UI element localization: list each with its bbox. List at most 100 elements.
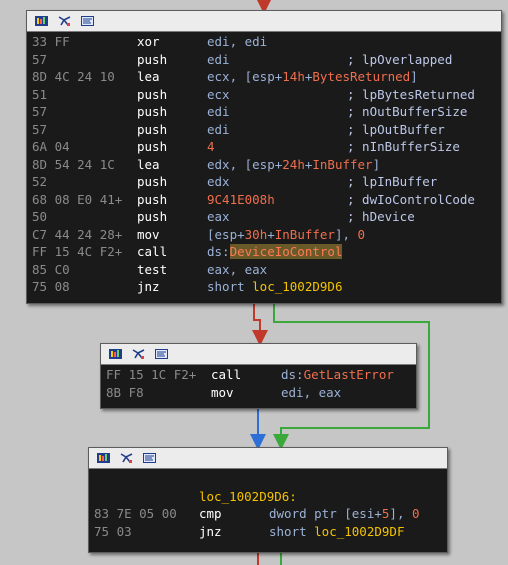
- node-body: 33 FF xor edi, edi 57 push edi; lpOverlapped 8…: [27, 32, 501, 298]
- code-line[interactable]: 57 push edi ; lpOverlapped: [27, 51, 501, 69]
- operand-part: short: [207, 279, 253, 294]
- operands: edi: [207, 121, 230, 139]
- mnemonic: call: [211, 367, 242, 382]
- operands: ds:DeviceIoControl: [207, 243, 343, 261]
- operand-part: ],: [334, 226, 358, 242]
- code-line[interactable]: 8B F8 mov edi, eax: [101, 384, 416, 402]
- node-body: loc_1002D9D6: 83 7E 05 00 cmp dword ptr [es…: [89, 469, 447, 542]
- node-header: [101, 344, 416, 365]
- operands: edx: [207, 173, 230, 191]
- node-header: [27, 11, 501, 32]
- comment: ; lpOutBuffer: [347, 121, 445, 137]
- node-body: FF 15 1C F2+ call ds:GetLastError 8B F8 mov e…: [101, 365, 416, 403]
- comment: ; nOutBufferSize: [347, 104, 468, 119]
- operands: ecx, [esp+14h+BytesReturned]: [207, 68, 418, 86]
- code-line[interactable]: 8D 4C 24 10 lea ecx, [esp+14h+BytesReturne…: [27, 68, 501, 86]
- operand-part: ]: [372, 156, 381, 172]
- opcode-bytes: 85 C0: [32, 261, 70, 277]
- operand-part: edi: [207, 104, 230, 119]
- code-line[interactable]: 57 push edi ; lpOutBuffer: [27, 121, 501, 139]
- operand-part: BytesReturned: [312, 69, 411, 84]
- api-name[interactable]: DeviceIoControl: [229, 244, 343, 259]
- text-view-icon[interactable]: [81, 16, 94, 26]
- mnemonic: push: [137, 174, 168, 189]
- code-line[interactable]: 50 push eax ; hDevice: [27, 208, 501, 226]
- code-line[interactable]: 6A 04 push 4 ; nInBufferSize: [27, 138, 501, 156]
- opcode-bytes: 8D 54 24 1C: [32, 156, 115, 172]
- operands: edi, edi: [207, 33, 267, 51]
- operand-part: eax: [207, 209, 230, 224]
- code-line[interactable]: 83 7E 05 00 cmp dword ptr [esi+5], 0: [89, 505, 447, 523]
- edge-false-branch: [252, 303, 268, 346]
- operand-part: 9C41E008h: [207, 191, 275, 207]
- operands: 9C41E008h: [207, 191, 275, 209]
- opcode-bytes: 6A 04: [32, 139, 70, 154]
- comment: ; lpBytesReturned: [347, 86, 475, 102]
- operands: eax: [207, 208, 230, 226]
- mnemonic: lea: [137, 156, 160, 172]
- comment: ; hDevice: [347, 209, 415, 224]
- code-line[interactable]: 75 03 jnz short loc_1002D9DF: [89, 523, 447, 541]
- code-line[interactable]: 8D 54 24 1C lea edx, [esp+24h+InBuffer]: [27, 156, 501, 174]
- comment: ; nInBufferSize: [347, 139, 460, 154]
- code-block-main[interactable]: 33 FF xor edi, edi 57 push edi; lpOverlapped 8…: [26, 10, 502, 304]
- operand-part: short: [269, 523, 315, 539]
- operands: ecx: [207, 86, 230, 104]
- operands: ds:GetLastError: [281, 366, 394, 384]
- operand-part: edx, [esp+: [207, 156, 283, 172]
- operand-part: ]: [410, 69, 418, 84]
- graph-overview-icon[interactable]: [35, 16, 48, 26]
- operands: eax, eax: [207, 261, 267, 279]
- opcode-bytes: 50: [32, 209, 48, 224]
- code-block-loc-1002d9d6[interactable]: loc_1002D9D6: 83 7E 05 00 cmp dword ptr [es…: [88, 447, 448, 553]
- mnemonic: call: [137, 244, 168, 259]
- mnemonic: xor: [137, 34, 160, 49]
- opcode-bytes: 68 08 E0 41+: [32, 191, 123, 207]
- flow-chart-icon[interactable]: [58, 16, 71, 26]
- code-line[interactable]: C7 44 24 28+ mov [esp+30h+InBuffer], 0: [27, 226, 501, 244]
- operand-part: dword ptr [esi+: [269, 506, 382, 521]
- operand-part: InBuffer: [312, 156, 373, 172]
- graph-overview-icon[interactable]: [97, 453, 110, 463]
- code-line[interactable]: 57 push edi ; nOutBufferSize: [27, 103, 501, 121]
- opcode-bytes: 8D 4C 24 10: [32, 69, 115, 84]
- block-label[interactable]: loc_1002D9D6:: [199, 488, 297, 506]
- text-view-icon[interactable]: [155, 349, 168, 359]
- operand-part: 24h: [282, 156, 305, 172]
- operand-part: edi, eax: [281, 384, 342, 400]
- code-line[interactable]: 52 push edx ; lpInBuffer: [27, 173, 501, 191]
- text-view-icon[interactable]: [143, 453, 156, 463]
- operand-part: [esp+: [207, 226, 245, 242]
- operand-part: InBuffer: [274, 226, 335, 242]
- opcode-bytes: C7 44 24 28+: [32, 226, 123, 242]
- graph-overview-icon[interactable]: [109, 349, 122, 359]
- block-label-line: loc_1002D9D6:: [89, 488, 447, 506]
- flow-chart-icon[interactable]: [132, 349, 145, 359]
- code-line[interactable]: 51 push ecx ; lpBytesReturned: [27, 86, 501, 104]
- jump-label[interactable]: loc_1002D9D6: [252, 279, 342, 294]
- opcode-bytes: 57: [32, 104, 48, 119]
- comment: ; lpOverlapped: [347, 51, 453, 67]
- flow-chart-icon[interactable]: [120, 453, 133, 463]
- jump-label[interactable]: loc_1002D9DF: [314, 524, 404, 539]
- opcode-bytes: FF 15 1C F2+: [106, 367, 197, 382]
- operand-part: edi: [207, 121, 230, 137]
- code-line[interactable]: FF 15 1C F2+ call ds:GetLastError: [101, 366, 416, 384]
- code-line[interactable]: FF 15 4C F2+ call ds:DeviceIoControl: [27, 243, 501, 261]
- operand-part: ecx, [esp+: [207, 69, 283, 84]
- operand-part: edi: [207, 51, 230, 67]
- mnemonic: push: [137, 86, 168, 102]
- opcode-bytes: FF 15 4C F2+: [32, 244, 123, 259]
- code-line[interactable]: 68 08 E0 41+ push 9C41E008h ; dwIoControlCo…: [27, 191, 501, 209]
- code-block-getlasterror[interactable]: FF 15 1C F2+ call ds:GetLastError 8B F8 mov e…: [100, 343, 417, 409]
- opcode-bytes: 8B F8: [106, 384, 144, 400]
- mnemonic: mov: [211, 384, 234, 400]
- node-header: [89, 448, 447, 469]
- code-line[interactable]: 85 C0 test eax, eax: [27, 261, 501, 279]
- code-line[interactable]: 33 FF xor edi, edi: [27, 33, 501, 51]
- api-name[interactable]: GetLastError: [304, 367, 394, 382]
- operand-part: 14h: [282, 69, 305, 84]
- comment: ; lpInBuffer: [347, 174, 438, 189]
- code-line[interactable]: 75 08 jnz short loc_1002D9D6: [27, 278, 501, 296]
